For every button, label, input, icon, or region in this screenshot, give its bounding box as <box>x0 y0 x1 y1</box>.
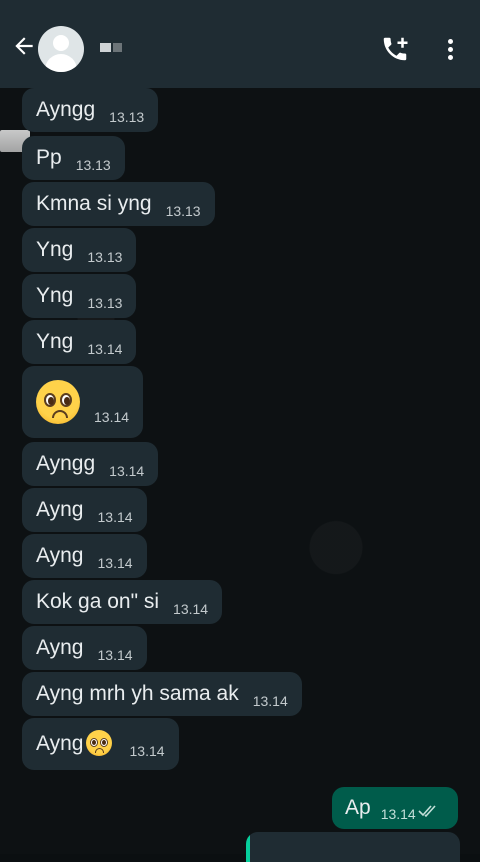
message-text: Ayngg <box>36 98 96 121</box>
message-bubble[interactable]: Ayngg 13.13 <box>22 88 159 132</box>
message-time: 13.13 <box>75 157 111 173</box>
message-time: 13.14 <box>97 555 133 571</box>
message-time: 13.14 <box>380 806 416 822</box>
contact-avatar[interactable] <box>38 26 84 72</box>
message-time: 13.14 <box>252 693 288 709</box>
message-text: Ayng <box>36 498 84 521</box>
message-bubble[interactable]: Ayng 13.14 <box>22 626 147 670</box>
message-bubble[interactable]: Yng 13.13 <box>22 274 137 318</box>
more-vertical-icon-dot <box>447 55 453 60</box>
avatar-head <box>53 35 69 51</box>
double-check-icon <box>418 791 438 833</box>
message-text: Yng <box>36 238 74 261</box>
message-time: 13.14 <box>87 341 123 357</box>
voice-call-button[interactable] <box>380 34 412 66</box>
more-options-button[interactable] <box>440 36 460 66</box>
message-text: Ayng <box>36 636 84 659</box>
more-vertical-icon-dot <box>447 39 453 44</box>
message-time: 13.13 <box>87 249 123 265</box>
pleading-face-icon <box>85 730 112 756</box>
back-button[interactable] <box>8 30 40 62</box>
message-text: Yng <box>36 284 74 307</box>
message-text: Pp <box>36 146 62 169</box>
message-text: Kmna si yng <box>36 192 152 215</box>
avatar-shoulders <box>45 54 77 72</box>
message-text: Ayng <box>36 544 84 567</box>
message-time: 13.14 <box>97 509 133 525</box>
message-bubble[interactable]: Yng 13.13 <box>22 228 137 272</box>
message-time: 13.14 <box>173 601 209 617</box>
reply-preview-fragment <box>246 832 460 862</box>
message-text: Ap <box>345 796 371 819</box>
message-bubble[interactable]: Ayngg 13.14 <box>22 442 159 486</box>
message-time: 13.13 <box>87 295 123 311</box>
message-text: Yng <box>36 330 74 353</box>
message-bubble[interactable]: Kok ga on" si 13.14 <box>22 580 223 624</box>
message-text: Ayng <box>36 732 84 755</box>
outgoing-message-bubble[interactable]: Ap 13.14 <box>332 787 458 829</box>
message-bubble[interactable]: Pp 13.13 <box>22 136 125 180</box>
message-bubble[interactable]: Kmna si yng 13.13 <box>22 182 215 226</box>
message-text: Kok ga on" si <box>36 590 160 613</box>
contact-name-redacted[interactable] <box>100 40 122 54</box>
message-time: 13.14 <box>109 463 145 479</box>
phone-add-icon <box>383 37 408 61</box>
message-time: 13.13 <box>109 109 145 125</box>
message-bubble[interactable]: Yng 13.14 <box>22 320 137 364</box>
message-bubble[interactable]: Ayng 13.14 <box>22 534 147 578</box>
message-time: 13.14 <box>129 743 165 759</box>
message-text: Ayngg <box>36 452 96 475</box>
message-text: Ayng mrh yh sama ak <box>36 682 239 705</box>
more-vertical-icon-dot <box>447 47 453 52</box>
pleading-face-icon <box>36 380 80 425</box>
message-bubble[interactable]: Ayng 13.14 <box>22 488 147 532</box>
message-bubble[interactable]: Ayng mrh yh sama ak 13.14 <box>22 672 302 716</box>
message-bubble[interactable]: Ayng 13.14 <box>22 718 179 770</box>
message-time: 13.13 <box>165 203 201 219</box>
reply-accent-bar <box>246 832 250 862</box>
chat-header <box>0 0 480 88</box>
message-bubble-emoji[interactable]: 13.14 <box>22 366 144 438</box>
message-time: 13.14 <box>97 647 133 663</box>
arrow-left-icon <box>15 37 33 55</box>
